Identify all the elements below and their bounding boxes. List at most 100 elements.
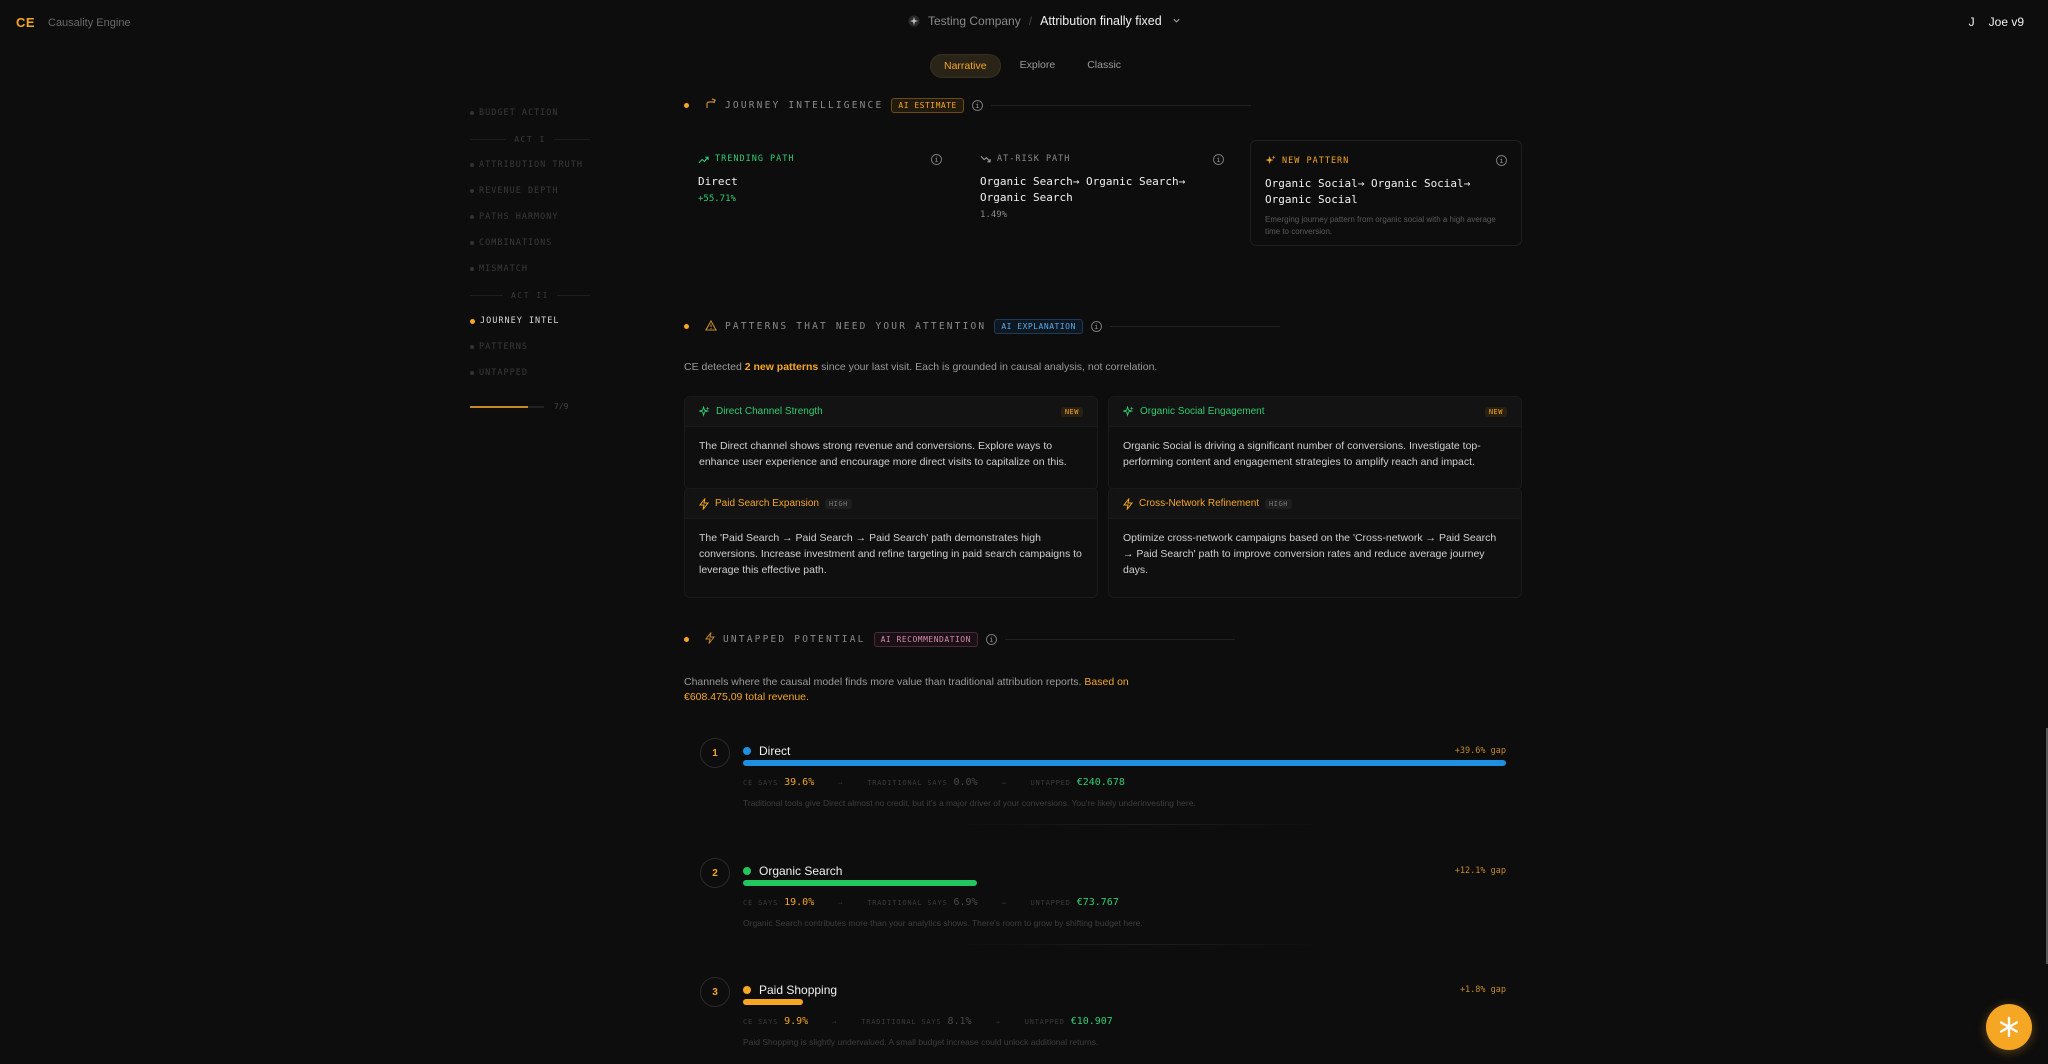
card-label: NEW PATTERN — [1265, 155, 1507, 166]
user-name[interactable]: Joe v9 — [1989, 15, 2024, 29]
traditional-says-value: 8.1% — [947, 1016, 972, 1027]
rail-act-1: ACT I — [470, 126, 590, 152]
rail-item-label: COMBINATIONS — [479, 238, 553, 248]
untapped-bar — [743, 880, 1506, 886]
tab-narrative[interactable]: Narrative — [930, 54, 1001, 78]
rail-item-untapped[interactable]: UNTAPPED — [470, 360, 590, 386]
divider — [990, 105, 1251, 106]
rail-item-label: UNTAPPED — [479, 368, 528, 378]
untapped-bar-fill — [743, 999, 804, 1005]
rail-act-2: ACT II — [470, 282, 590, 308]
pattern-card[interactable]: Cross-Network Refinement HIGH Optimize c… — [1108, 488, 1522, 598]
channel-label: Direct — [759, 744, 791, 758]
section-title: UNTAPPED POTENTIAL — [723, 634, 866, 645]
rail-dot — [470, 189, 474, 193]
rail-item-journey-intel[interactable]: JOURNEY INTEL — [470, 308, 590, 334]
path-stat: 1.49% — [980, 210, 1008, 220]
card-label-text: AT-RISK PATH — [997, 154, 1071, 164]
row-note: Organic Search contributes more than you… — [743, 918, 1143, 928]
ai-explanation-badge: AI EXPLANATION — [994, 319, 1083, 334]
ai-recommendation-badge: AI RECOMMENDATION — [873, 632, 978, 647]
untapped-bar — [743, 999, 1506, 1005]
info-icon[interactable]: i — [1090, 321, 1102, 332]
ai-estimate-badge: AI ESTIMATE — [891, 98, 964, 113]
pattern-card[interactable]: Paid Search Expansion HIGH The 'Paid Sea… — [684, 488, 1098, 598]
pattern-card[interactable]: Direct Channel Strength NEW The Direct c… — [684, 396, 1098, 490]
ce-says-label: CE SAYS — [743, 779, 779, 787]
rail-item-revenue-depth[interactable]: REVENUE DEPTH — [470, 178, 590, 204]
divider — [470, 138, 507, 140]
sparkle-icon — [1123, 406, 1134, 417]
ce-says-value: 9.9% — [784, 1016, 809, 1027]
section-bullet — [684, 324, 689, 329]
rail-item-attribution-truth[interactable]: ATTRIBUTION TRUTH — [470, 152, 590, 178]
rail-item-paths-harmony[interactable]: PATHS HARMONY — [470, 204, 590, 230]
gap-value: +12.1% gap — [1454, 866, 1506, 876]
warning-icon — [705, 319, 717, 334]
divider — [470, 294, 504, 296]
pattern-card[interactable]: Organic Social Engagement NEW Organic So… — [1108, 396, 1522, 490]
rail-item-label: MISMATCH — [479, 264, 528, 274]
divider — [556, 294, 590, 296]
assistant-fab[interactable] — [1986, 1004, 2032, 1050]
patterns-intro: CE detected 2 new patterns since your la… — [684, 361, 1157, 373]
user-avatar[interactable]: J — [1969, 15, 1975, 29]
tab-explore[interactable]: Explore — [1007, 54, 1069, 78]
breadcrumb: Testing Company / Attribution finally fi… — [908, 14, 1181, 28]
user-menu[interactable]: J Joe v9 — [1969, 15, 2024, 29]
new-badge: NEW — [1484, 406, 1507, 417]
top-bar: CE Causality Engine Testing Company / At… — [0, 0, 2048, 44]
sparkle-icon — [1265, 155, 1276, 165]
lightning-icon — [1123, 497, 1133, 510]
app-name: Causality Engine — [48, 17, 131, 29]
metrics-line: CE SAYS 9.9% → TRADITIONAL SAYS 8.1% → UNTAPPE… — [743, 1016, 1113, 1027]
rail-item-budget-action[interactable]: BUDGET ACTION — [470, 100, 590, 126]
traditional-says-value: 6.9% — [953, 897, 978, 908]
rail-dot — [470, 345, 474, 349]
row-note: Paid Shopping is slightly undervalued. A… — [743, 1037, 1099, 1047]
rail-item-label: ATTRIBUTION TRUTH — [479, 160, 583, 170]
channel-name: Paid Shopping — [743, 983, 837, 997]
rail-item-mismatch[interactable]: MISMATCH — [470, 256, 590, 282]
app-logo[interactable]: CE — [16, 15, 35, 30]
rail-item-label: BUDGET ACTION — [479, 108, 559, 118]
untapped-intro: Channels where the causal model finds mo… — [684, 675, 1129, 705]
info-icon[interactable]: i — [971, 100, 983, 111]
section-header-journey: JOURNEY INTELLIGENCE AI ESTIMATE i — [684, 98, 1251, 113]
arrow-icon: → — [995, 1018, 1001, 1026]
info-icon[interactable]: i — [985, 634, 997, 645]
intro-text: since your last visit. Each is grounded … — [818, 361, 1158, 373]
divider — [950, 944, 1330, 945]
card-label: AT-RISK PATH — [980, 154, 1224, 164]
rank-badge: 2 — [700, 858, 730, 888]
untapped-value: €73.767 — [1076, 897, 1119, 908]
chevron-down-icon[interactable] — [1172, 16, 1181, 27]
rank-badge: 1 — [700, 738, 730, 768]
info-icon[interactable]: i — [1496, 155, 1507, 166]
breadcrumb-project[interactable]: Attribution finally fixed — [1040, 14, 1162, 28]
untapped-bar — [743, 760, 1506, 766]
rail-item-combinations[interactable]: COMBINATIONS — [470, 230, 590, 256]
breadcrumb-company[interactable]: Testing Company — [928, 14, 1021, 28]
info-icon[interactable]: i — [1213, 154, 1224, 165]
path-text: Organic Social→ Organic Social→ Organic … — [1265, 177, 1471, 206]
divider — [950, 824, 1330, 825]
section-title: JOURNEY INTELLIGENCE — [725, 100, 884, 111]
rail-item-patterns[interactable]: PATTERNS — [470, 334, 590, 360]
channel-label: Paid Shopping — [759, 983, 838, 997]
section-title: PATTERNS THAT NEED YOUR ATTENTION — [725, 321, 987, 332]
tab-classic[interactable]: Classic — [1074, 54, 1134, 78]
untapped-bar-fill — [743, 880, 978, 886]
info-icon[interactable]: i — [931, 154, 942, 165]
pattern-body: Optimize cross-network campaigns based o… — [1123, 532, 1497, 576]
rank-badge: 3 — [700, 977, 730, 1007]
arrow-icon: → — [832, 1018, 838, 1026]
lightning-icon — [699, 497, 709, 510]
channel-color-dot — [743, 867, 751, 875]
path-description: Emerging journey pattern from organic so… — [1265, 215, 1496, 236]
gap-value: +39.6% gap — [1454, 746, 1506, 756]
channel-color-dot — [743, 747, 751, 755]
sparkle-icon — [699, 406, 710, 417]
progress-fill — [470, 405, 528, 408]
intro-highlight: Based on — [1084, 676, 1129, 688]
